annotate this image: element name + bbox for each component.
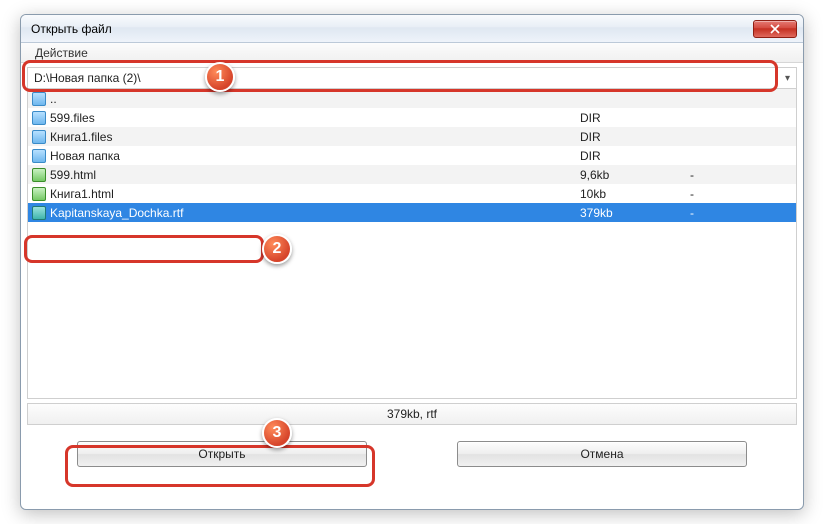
cancel-button-label: Отмена <box>580 447 623 461</box>
document-icon <box>32 168 46 182</box>
file-size: 9,6kb <box>580 168 690 182</box>
path-text: D:\Новая папка (2)\ <box>34 71 141 85</box>
path-input[interactable]: D:\Новая папка (2)\ ▾ <box>27 67 797 89</box>
file-name: 599.files <box>50 111 580 125</box>
titlebar: Открыть файл <box>21 15 803 43</box>
file-extra: - <box>690 206 730 220</box>
folder-icon <box>32 92 46 106</box>
file-name: Книга1.html <box>50 187 580 201</box>
file-size: 379kb <box>580 206 690 220</box>
file-extra: - <box>690 168 730 182</box>
file-row[interactable]: Книга1.filesDIR <box>28 127 796 146</box>
file-row[interactable]: .. <box>28 89 796 108</box>
file-size: DIR <box>580 149 690 163</box>
open-button-label: Открыть <box>198 447 245 461</box>
window-title: Открыть файл <box>31 22 112 36</box>
close-button[interactable] <box>753 20 797 38</box>
file-size: DIR <box>580 130 690 144</box>
file-row[interactable]: 599.filesDIR <box>28 108 796 127</box>
file-name: 599.html <box>50 168 580 182</box>
file-row[interactable]: Новая папкаDIR <box>28 146 796 165</box>
file-size: DIR <box>580 111 690 125</box>
menu-action[interactable]: Действие <box>29 44 94 62</box>
file-name: Книга1.files <box>50 130 580 144</box>
file-row[interactable]: Kapitanskaya_Dochka.rtf379kb- <box>28 203 796 222</box>
chevron-down-icon[interactable]: ▾ <box>785 73 790 84</box>
document-icon <box>32 187 46 201</box>
folder-icon <box>32 111 46 125</box>
close-icon <box>770 24 780 34</box>
folder-icon <box>32 149 46 163</box>
folder-icon <box>32 130 46 144</box>
file-name: Новая папка <box>50 149 580 163</box>
open-button[interactable]: Открыть <box>77 441 367 467</box>
button-row: Открыть Отмена <box>21 425 803 467</box>
cancel-button[interactable]: Отмена <box>457 441 747 467</box>
file-list[interactable]: ..599.filesDIRКнига1.filesDIRНовая папка… <box>27 89 797 399</box>
status-text: 379kb, rtf <box>387 407 437 421</box>
document-icon <box>32 206 46 220</box>
file-name: Kapitanskaya_Dochka.rtf <box>50 206 580 220</box>
menubar: Действие <box>21 43 803 63</box>
file-row[interactable]: 599.html9,6kb- <box>28 165 796 184</box>
file-size: 10kb <box>580 187 690 201</box>
file-open-dialog: Открыть файл Действие D:\Новая папка (2)… <box>20 14 804 510</box>
status-bar: 379kb, rtf <box>27 403 797 425</box>
file-name: .. <box>50 92 580 106</box>
file-row[interactable]: Книга1.html10kb- <box>28 184 796 203</box>
file-extra: - <box>690 187 730 201</box>
